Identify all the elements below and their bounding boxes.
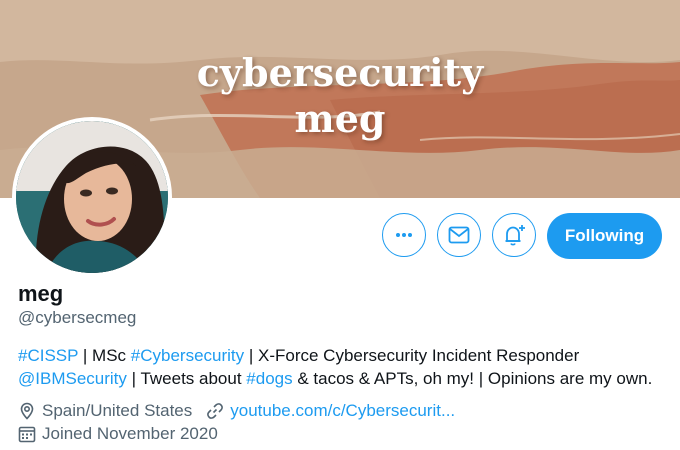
profile-meta-row: Spain/United States youtube.com/c/Cybers… bbox=[18, 401, 455, 421]
profile-joined-row: Joined November 2020 bbox=[18, 424, 218, 444]
bio-text: | MSc bbox=[78, 346, 131, 365]
banner-title-line1: cybersecurity bbox=[196, 50, 484, 95]
profile-handle: @cybersecmeg bbox=[18, 308, 137, 327]
envelope-icon bbox=[448, 226, 470, 244]
profile-location: Spain/United States bbox=[42, 401, 193, 420]
bell-plus-icon bbox=[505, 225, 525, 246]
bio-text: | Tweets about bbox=[126, 369, 247, 388]
bio-text: & tacos & APTs, oh my! | Opinions are my… bbox=[292, 369, 653, 388]
link-icon bbox=[207, 403, 224, 419]
more-icon bbox=[396, 233, 412, 237]
profile-joined: Joined November 2020 bbox=[42, 424, 218, 443]
following-button[interactable]: Following bbox=[547, 213, 662, 259]
message-button[interactable] bbox=[437, 213, 481, 257]
profile-name: meg bbox=[18, 281, 64, 306]
hashtag-cissp[interactable]: #CISSP bbox=[18, 346, 78, 365]
location-icon bbox=[20, 402, 34, 420]
calendar-icon bbox=[18, 426, 36, 443]
avatar-photo bbox=[16, 121, 168, 273]
more-button[interactable] bbox=[382, 213, 426, 257]
profile-bio: #CISSP | MSc #Cybersecurity | X-Force Cy… bbox=[18, 344, 668, 390]
notifications-button[interactable] bbox=[492, 213, 536, 257]
mention-ibmsecurity[interactable]: @IBMSecurity bbox=[18, 369, 127, 388]
avatar[interactable] bbox=[12, 117, 172, 277]
hashtag-dogs[interactable]: #dogs bbox=[246, 369, 292, 388]
hashtag-cybersecurity[interactable]: #Cybersecurity bbox=[131, 346, 244, 365]
profile-website-link[interactable]: youtube.com/c/Cybersecurit... bbox=[230, 401, 455, 421]
bio-text: | X-Force Cybersecurity Incident Respond… bbox=[244, 346, 580, 365]
